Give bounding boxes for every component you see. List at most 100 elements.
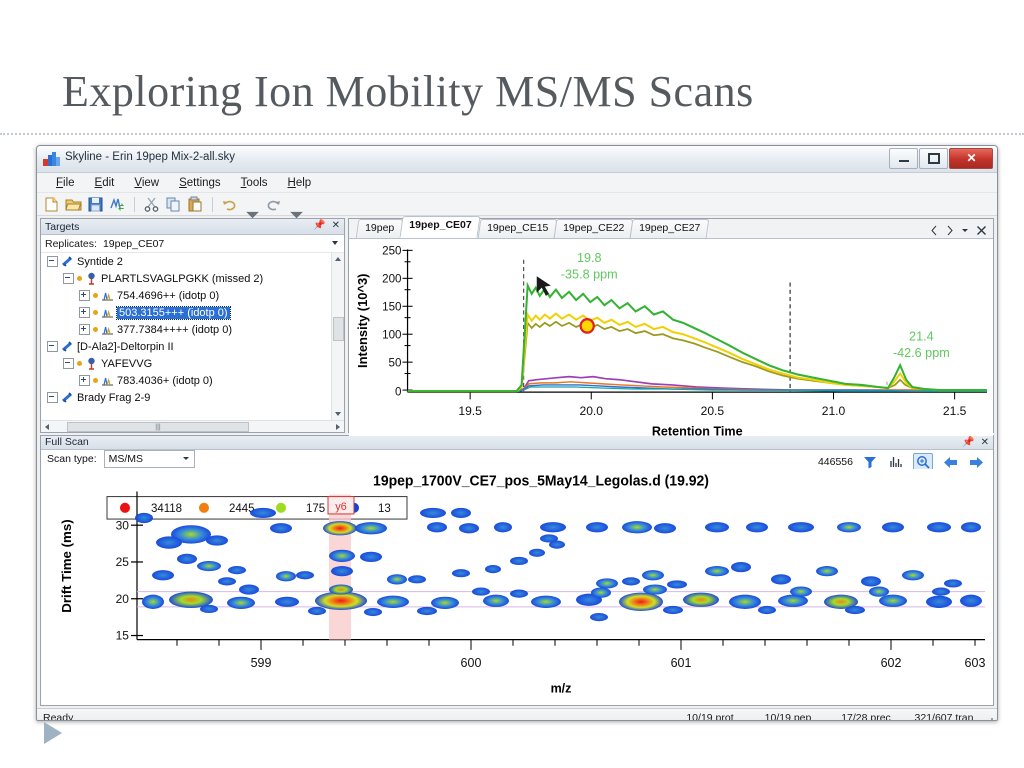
next-arrow-icon[interactable] [945,225,954,236]
redo-icon[interactable] [264,195,283,214]
svg-text:30: 30 [116,518,130,532]
full-scan-chart-title: 19pep_1700V_CE7_pos_5May14_Legolas.d (19… [373,472,709,488]
tab-19pep[interactable]: 19pep [355,219,404,238]
targets-horizontal-scrollbar[interactable]: ||| [41,420,344,432]
main-toolbar [37,193,997,218]
replicates-row[interactable]: Replicates: 19pep_CE07 [41,235,344,253]
expander-icon[interactable] [79,375,90,386]
chromatogram-plot[interactable]: 250 200 150 100 50 0 19.5 20.0 20.5 21.0… [349,239,993,442]
expander-icon[interactable] [47,392,58,403]
scan-type-select[interactable]: MS/MS [103,450,195,469]
svg-text:19.5: 19.5 [458,404,482,418]
full-scan-panel: Full Scan 📌 ✕ Scan type: MS/MS 446556 19… [40,435,994,706]
import-results-icon[interactable] [108,195,127,214]
maximize-button[interactable] [919,148,948,169]
scroll-up-icon[interactable] [335,257,341,261]
resize-grip-icon[interactable] [984,714,994,721]
tree-item-precursor-selected[interactable]: 503.3155+++ (idotp 0) [41,304,344,321]
paste-icon[interactable] [186,195,205,214]
scrollbar-thumb[interactable] [333,317,344,341]
tab-19pep-ce22[interactable]: 19pep_CE22 [553,219,634,238]
tree-item-precursor[interactable]: 783.4036+ (idotp 0) [41,372,344,389]
title-divider [0,133,1024,135]
tab-19pep-ce27[interactable]: 19pep_CE27 [629,219,710,238]
tree-item-precursor[interactable]: 377.7384++++ (idotp 0) [41,321,344,338]
precursor-icon [102,309,113,318]
tree-item-protein[interactable]: Brady Frag 2-9 [41,389,344,406]
chevron-down-icon[interactable] [182,457,189,461]
menu-view[interactable]: View [125,175,168,191]
close-icon[interactable] [976,225,987,236]
undo-icon[interactable] [220,195,239,214]
svg-text:250: 250 [382,244,402,257]
replicates-value: 19pep_CE07 [102,237,165,250]
undo-dropdown-icon[interactable] [242,195,261,218]
tree-item-protein[interactable]: [D-Ala2]-Deltorpin II [41,338,344,355]
expander-icon[interactable] [63,358,74,369]
tree-item-label: PLARTLSVAGLPGKK (missed 2) [101,272,264,285]
status-dot-icon [93,293,98,298]
tree-item-peptide[interactable]: YAFEVVG [41,355,344,372]
close-icon[interactable]: ✕ [981,437,989,448]
tree-item-label: 503.3155+++ (idotp 0) [116,305,231,320]
new-document-icon[interactable] [42,195,61,214]
status-precursors: 17/28 prec [841,711,891,721]
expander-icon[interactable] [79,290,90,301]
close-button[interactable]: ✕ [949,148,993,169]
menu-tools[interactable]: Tools [232,175,277,191]
chevron-down-icon[interactable] [332,241,338,245]
menu-settings[interactable]: Settings [170,175,230,191]
upper-split: Targets 📌 ✕ Replicates: 19pep_CE07 Synti… [37,216,997,442]
tab-19pep-ce07[interactable]: 19pep_CE07 [399,216,482,238]
expander-icon[interactable] [47,341,58,352]
prev-arrow-icon[interactable] [930,225,939,236]
fragment-label: y6 [335,501,347,513]
chevron-down-icon[interactable] [960,225,970,236]
targets-vertical-scrollbar[interactable] [331,253,344,420]
pin-icon[interactable]: 📌 [962,437,974,448]
status-dot-icon [93,378,98,383]
svg-text:20.5: 20.5 [701,404,725,418]
tab-19pep-ce15[interactable]: 19pep_CE15 [477,219,558,238]
protein-icon [62,341,72,352]
expander-icon[interactable] [63,273,74,284]
save-document-icon[interactable] [86,195,105,214]
chromatogram-panel: 19pep 19pep_CE07 19pep_CE15 19pep_CE22 1… [348,216,994,442]
tree-item-precursor[interactable]: 754.4696++ (idotp 0) [41,287,344,304]
redo-dropdown-icon[interactable] [286,195,305,218]
cut-icon[interactable] [142,195,161,214]
tree-item-label: 754.4696++ (idotp 0) [117,289,220,302]
svg-text:15: 15 [116,628,130,642]
tree-item-protein[interactable]: Syntide 2 [41,253,344,270]
precursor-icon [102,292,113,301]
scroll-right-icon[interactable] [336,424,340,430]
scan-type-value: MS/MS [108,453,144,466]
status-dot-icon [93,310,98,315]
full-scan-plot[interactable]: 19pep_1700V_CE7_pos_5May14_Legolas.d (19… [41,469,993,705]
svg-text:25: 25 [116,555,130,569]
targets-tree[interactable]: Syntide 2 PLARTLSVAGLPGKK (missed 2) 754… [41,253,344,420]
tree-item-peptide[interactable]: PLARTLSVAGLPGKK (missed 2) [41,270,344,287]
heatmap-blobs [135,507,982,622]
targets-panel-header: Targets 📌 ✕ [41,219,344,235]
open-document-icon[interactable] [64,195,83,214]
status-dot-icon [93,327,98,332]
expander-icon[interactable] [79,324,90,335]
minimize-button[interactable] [889,148,918,169]
pin-icon[interactable]: 📌 [313,220,325,231]
copy-icon[interactable] [164,195,183,214]
scrollbar-thumb[interactable]: ||| [67,422,249,432]
scroll-down-icon[interactable] [335,412,341,416]
menu-edit[interactable]: Edit [86,175,124,191]
svg-text:21.0: 21.0 [822,404,846,418]
expander-icon[interactable] [79,307,90,318]
slide-next-arrow[interactable] [44,722,62,744]
close-icon[interactable]: ✕ [332,220,340,231]
status-message: Ready [43,711,74,721]
svg-text:600: 600 [461,656,482,670]
expander-icon[interactable] [47,256,58,267]
menu-help[interactable]: Help [279,175,321,191]
scroll-left-icon[interactable] [45,424,49,430]
menu-file[interactable]: File [47,175,84,191]
page-title: Exploring Ion Mobility MS/MS Scans [62,67,754,116]
